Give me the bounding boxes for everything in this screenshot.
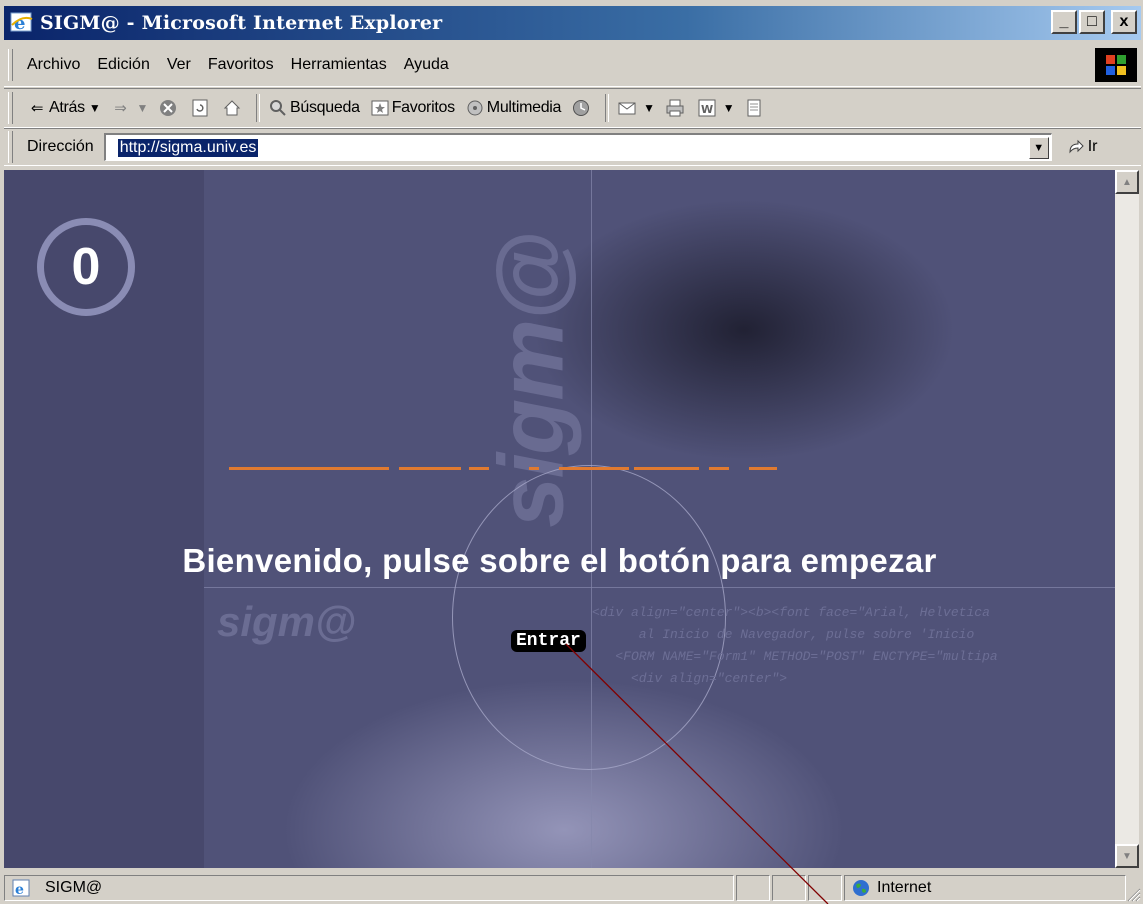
code-line: <div align="center"><b><font face="Arial… [592,605,990,620]
media-label: Multimedia [486,99,562,116]
logo-text: 0 [71,238,101,296]
code-watermark: <div align="center"><b><font face="Arial… [592,602,1115,690]
resize-grip-icon[interactable] [1123,884,1141,902]
browser-window: e SIGM@ - Microsoft Internet Explorer _ … [0,0,1143,904]
address-label: Dirección [27,138,94,155]
welcome-heading: Bienvenido, pulse sobre el botón para em… [182,542,937,579]
toolbar-grip[interactable] [8,49,13,81]
favorites-icon [370,98,390,118]
status-zone-panel: Internet [844,875,1126,901]
window-title: SIGM@ - Microsoft Internet Explorer [40,12,443,34]
forward-arrow-icon: ⇒ [114,100,127,117]
close-button[interactable]: x [1111,10,1137,34]
code-line: <div align="center"> [592,671,788,686]
chevron-down-icon[interactable]: ▼ [1028,137,1049,159]
back-arrow-icon: ⇐ [30,100,44,117]
code-line: al Inicio de Navegador, pulse sobre 'Ini… [592,627,975,642]
scroll-up-arrow-icon[interactable]: ▲ [1115,170,1139,194]
mail-button[interactable]: ▼ [617,98,655,118]
chevron-down-icon[interactable]: ▼ [136,101,148,115]
search-label: Búsqueda [290,99,360,116]
menu-bar: Archivo Edición Ver Favoritos Herramient… [4,44,1141,87]
vertical-scrollbar[interactable]: ▲ ▼ [1115,170,1139,868]
history-icon [571,98,591,118]
scroll-down-arrow-icon[interactable]: ▼ [1115,844,1139,868]
media-button[interactable]: Multimedia [465,98,561,118]
home-icon [222,98,242,118]
back-label: Atrás [49,99,85,116]
mail-icon [617,98,637,118]
svg-text:e: e [14,13,25,34]
favorites-label: Favoritos [391,99,455,116]
go-arrow-icon [1066,137,1086,157]
go-button[interactable]: Ir [1066,137,1098,157]
chevron-down-icon[interactable]: ▼ [89,101,101,115]
title-bar[interactable]: e SIGM@ - Microsoft Internet Explorer _ … [4,6,1141,40]
status-text: SIGM@ [45,879,103,896]
status-bar: e SIGM@ Internet [0,872,1143,904]
toolbar-grip[interactable] [8,131,13,163]
svg-text:e: e [15,882,24,897]
word-icon: W [697,98,717,118]
page-loaded-icon: e [11,878,31,898]
stop-button[interactable] [158,98,180,118]
print-button[interactable] [665,98,687,118]
minimize-button[interactable]: _ [1051,10,1077,34]
windows-logo-icon [1095,48,1137,82]
media-icon [465,98,485,118]
print-icon [665,98,685,118]
forward-button[interactable]: ⇒ ▼ [110,98,148,118]
menu-edicion[interactable]: Edición [97,56,149,74]
refresh-icon [190,98,210,118]
toolbar-separator [256,94,261,122]
discuss-button[interactable] [744,98,766,118]
toolbar-separator [605,94,610,122]
svg-text:W: W [701,103,713,116]
status-panel-lock [772,875,806,901]
go-label: Ir [1087,138,1098,155]
search-button[interactable]: Búsqueda [268,98,360,118]
internet-explorer-icon: e [10,11,34,35]
orange-dashed-line [229,467,777,470]
code-line: <FORM NAME="Form1" METHOD="POST" ENCTYPE… [592,649,998,664]
refresh-button[interactable] [190,98,212,118]
menu-ver[interactable]: Ver [167,56,191,74]
sigma-watermark: sigm@ [217,598,356,645]
status-panel-misc [808,875,842,901]
standard-toolbar: ⇐ Atrás ▼ ⇒ ▼ Búsqueda Favoritos Multime… [4,88,1141,128]
maximize-button[interactable]: □ [1079,10,1105,34]
menu-herramientas[interactable]: Herramientas [291,56,387,74]
search-icon [268,98,288,118]
status-panel-progress [736,875,770,901]
globe-icon [851,878,871,898]
history-button[interactable] [571,98,593,118]
toolbar-grip[interactable] [8,92,13,124]
zone-text: Internet [877,879,932,896]
menu-ayuda[interactable]: Ayuda [404,56,449,74]
stop-icon [158,98,178,118]
edit-button[interactable]: W ▼ [697,98,735,118]
address-bar: Dirección http://sigma.univ.es ▼ Ir [4,128,1141,166]
menu-favoritos[interactable]: Favoritos [208,56,274,74]
home-button[interactable] [222,98,244,118]
status-main-panel: e SIGM@ [4,875,734,901]
favorites-button[interactable]: Favoritos [370,98,455,118]
page-content: 0 sigm@ Bienvenido, pulse sobre el botón… [4,170,1115,868]
chevron-down-icon[interactable]: ▼ [723,101,735,115]
enter-button[interactable]: Entrar [511,630,586,652]
menu-archivo[interactable]: Archivo [27,56,80,74]
document-icon [744,98,764,118]
circle-logo: 0 [37,218,135,316]
address-input[interactable]: http://sigma.univ.es ▼ [103,133,1052,161]
back-button[interactable]: ⇐ Atrás ▼ [27,98,101,118]
chevron-down-icon[interactable]: ▼ [643,101,655,115]
address-url[interactable]: http://sigma.univ.es [117,138,259,157]
